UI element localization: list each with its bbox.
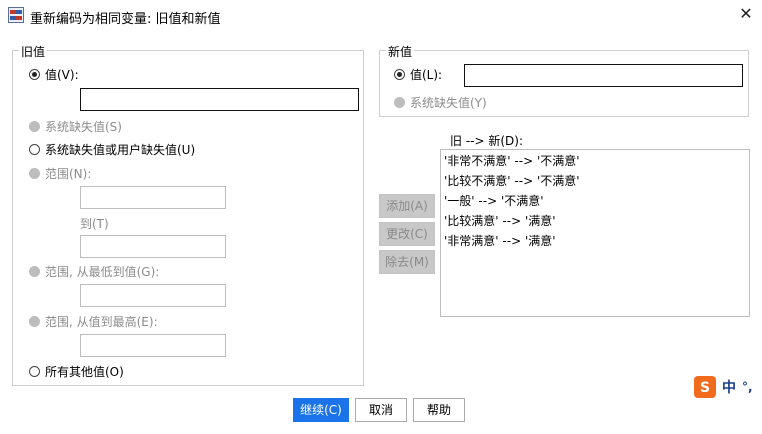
add-button[interactable]: 添加(A) (379, 194, 435, 218)
radio-disabled-icon (29, 120, 40, 132)
change-button[interactable]: 更改(C) (379, 222, 435, 246)
app-icon (8, 7, 24, 23)
list-item[interactable]: '非常满意' --> '满意' (441, 231, 749, 251)
range-highest-input[interactable] (80, 334, 226, 357)
new-value-field[interactable] (465, 65, 742, 86)
range-to-label: 到(T) (80, 217, 109, 231)
range-lowest-input[interactable] (80, 284, 226, 307)
range-lowest-label: 范围, 从最低到值(G): (45, 264, 160, 279)
old-value-radio-label: 值(V): (45, 67, 79, 82)
svg-text:S: S (700, 380, 710, 396)
list-item[interactable]: '一般' --> '不满意' (441, 191, 749, 211)
range-from-field[interactable] (81, 187, 225, 208)
close-icon[interactable]: ✕ (736, 4, 756, 24)
list-item[interactable]: '比较不满意' --> '不满意' (441, 171, 749, 191)
range-highest-field[interactable] (81, 335, 225, 356)
list-item[interactable]: '非常不满意' --> '不满意' (441, 151, 749, 171)
all-other-values-label: 所有其他值(O) (45, 364, 124, 379)
radio-unchecked-icon (29, 365, 40, 377)
radio-disabled-icon (29, 315, 40, 327)
old-value-input[interactable] (80, 88, 359, 111)
new-system-missing-radio[interactable]: 系统缺失值(Y) (394, 94, 487, 110)
all-other-values-radio[interactable]: 所有其他值(O) (29, 363, 124, 379)
old-value-legend: 旧值 (19, 43, 48, 60)
mapping-list[interactable]: '非常不满意' --> '不满意' '比较不满意' --> '不满意' '一般'… (440, 149, 750, 317)
new-value-radio-label: 值(L): (410, 67, 443, 82)
new-value-input[interactable] (464, 64, 743, 87)
old-value-radio[interactable]: 值(V): (29, 66, 79, 82)
radio-disabled-icon (394, 96, 405, 108)
continue-button[interactable]: 继续(C) (293, 398, 349, 422)
old-range-radio[interactable]: 范围(N): (29, 165, 91, 181)
range-highest-label: 范围, 从值到最高(E): (45, 314, 158, 329)
old-system-missing-radio[interactable]: 系统缺失值(S) (29, 118, 122, 134)
new-value-legend: 新值 (386, 43, 415, 60)
old-system-or-user-missing-radio[interactable]: 系统缺失值或用户缺失值(U) (29, 141, 195, 157)
new-system-missing-label: 系统缺失值(Y) (410, 95, 487, 110)
list-item[interactable]: '比较满意' --> '满意' (441, 211, 749, 231)
sogou-ime-icon: S (694, 376, 716, 398)
old-range-label: 范围(N): (45, 166, 92, 181)
old-system-missing-label: 系统缺失值(S) (45, 119, 122, 134)
range-to-input[interactable] (80, 235, 226, 258)
radio-unchecked-icon (29, 143, 40, 155)
range-to-field[interactable] (81, 236, 225, 257)
radio-checked-icon (29, 68, 40, 80)
cancel-button[interactable]: 取消 (355, 398, 407, 422)
old-value-field[interactable] (81, 89, 358, 110)
title-bar: 重新编码为相同变量: 旧值和新值 ✕ (0, 0, 762, 32)
radio-disabled-icon (29, 167, 40, 179)
range-highest-radio[interactable]: 范围, 从值到最高(E): (29, 313, 158, 329)
radio-disabled-icon (29, 265, 40, 277)
help-button[interactable]: 帮助 (413, 398, 465, 422)
ime-punct-label: °, (742, 380, 753, 394)
range-lowest-field[interactable] (81, 285, 225, 306)
range-from-input[interactable] (80, 186, 226, 209)
range-lowest-radio[interactable]: 范围, 从最低到值(G): (29, 263, 159, 279)
old-system-or-user-missing-label: 系统缺失值或用户缺失值(U) (45, 142, 196, 157)
mapping-label: 旧 --> 新(D): (450, 134, 523, 148)
remove-button[interactable]: 除去(M) (379, 250, 435, 274)
new-value-radio[interactable]: 值(L): (394, 66, 442, 82)
ime-toolbar[interactable]: S 中 °, (694, 374, 762, 400)
radio-checked-icon (394, 68, 405, 80)
ime-mode-label: 中 (722, 380, 736, 396)
window-title: 重新编码为相同变量: 旧值和新值 (30, 12, 221, 27)
